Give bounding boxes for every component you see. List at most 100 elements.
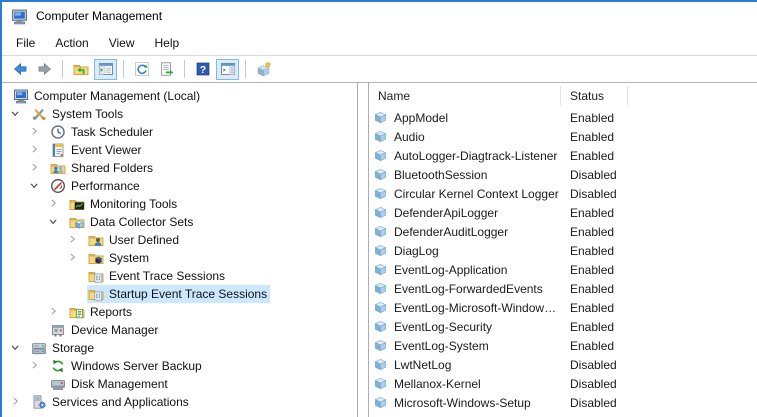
tree-item-surface[interactable]: Data Collector Sets (68, 213, 196, 231)
chevron-expanded-icon[interactable] (7, 107, 30, 121)
tree-item-event-trace-sessions[interactable]: Event Trace Sessions (2, 267, 357, 285)
export-list-button[interactable] (155, 59, 178, 80)
chevron-collapsed-icon[interactable] (26, 143, 49, 157)
list-row-lwtnetlog[interactable]: LwtNetLogDisabled (369, 355, 757, 374)
tree-item-surface[interactable]: Computer Management (Local) (12, 87, 203, 105)
chevron-collapsed-icon[interactable] (64, 251, 87, 265)
trace-session-cube-icon (373, 376, 388, 391)
tree-item-surface[interactable]: Windows Server Backup (49, 357, 205, 375)
tree-item-surface[interactable]: Services and Applications (30, 393, 192, 411)
tree-item-surface[interactable]: System (87, 249, 152, 267)
results-pane: Name Status AppModelEnabledAudioEnabledA… (368, 83, 757, 417)
show-action-pane-button[interactable] (216, 59, 239, 80)
tree-item-services-and-applications[interactable]: Services and Applications (2, 393, 357, 411)
up-one-level-icon (73, 61, 89, 77)
tree-item-surface[interactable]: System Tools (30, 105, 126, 123)
back-button[interactable] (8, 59, 31, 80)
column-header-status[interactable]: Status (561, 89, 604, 103)
menu-item-help[interactable]: Help (145, 33, 190, 53)
tree-item-task-scheduler[interactable]: Task Scheduler (2, 123, 357, 141)
refresh-button[interactable] (130, 59, 153, 80)
tree-item-surface[interactable]: Reports (68, 303, 135, 321)
session-name: Mellanox-Kernel (394, 377, 481, 391)
list-row-eventlog-forwardedevents[interactable]: EventLog-ForwardedEventsEnabled (369, 279, 757, 298)
list-row-eventlog-system[interactable]: EventLog-SystemEnabled (369, 336, 757, 355)
list-row-defenderauditlogger[interactable]: DefenderAuditLoggerEnabled (369, 222, 757, 241)
tree-item-label: Windows Server Backup (71, 359, 202, 373)
tree-item-monitoring-tools[interactable]: Monitoring Tools (2, 195, 357, 213)
list-row-microsoft-windows-setup[interactable]: Microsoft-Windows-SetupDisabled (369, 393, 757, 412)
chevron-collapsed-icon[interactable] (64, 233, 87, 247)
column-divider[interactable] (627, 86, 628, 105)
tree-item-surface[interactable]: Storage (30, 339, 97, 357)
tree-item-windows-server-backup[interactable]: Windows Server Backup (2, 357, 357, 375)
performance-icon (50, 178, 66, 194)
list-row-circular-kernel-context-logger[interactable]: Circular Kernel Context LoggerDisabled (369, 184, 757, 203)
tree-item-user-defined[interactable]: User Defined (2, 231, 357, 249)
tree-item-surface[interactable]: User Defined (87, 231, 182, 249)
chevron-expanded-icon[interactable] (7, 341, 30, 355)
tree-item-surface[interactable]: Device Manager (49, 321, 161, 339)
chevron-collapsed-icon[interactable] (45, 305, 68, 319)
tree-item-storage[interactable]: Storage (2, 339, 357, 357)
tree-item-surface[interactable]: Performance (49, 177, 143, 195)
tree-item-surface[interactable]: Monitoring Tools (68, 195, 180, 213)
list-row-eventlog-security[interactable]: EventLog-SecurityEnabled (369, 317, 757, 336)
chevron-expanded-icon[interactable] (26, 179, 49, 193)
tree-item-surface[interactable]: Event Trace Sessions (87, 267, 228, 285)
list-row-appmodel[interactable]: AppModelEnabled (369, 108, 757, 127)
trace-session-cube-icon (373, 319, 388, 334)
up-one-level-button[interactable] (69, 59, 92, 80)
user-defined-icon (88, 232, 104, 248)
tree-item-surface[interactable]: Event Viewer (49, 141, 144, 159)
column-header-name[interactable]: Name (369, 89, 561, 103)
list-row-mellanox-kernel[interactable]: Mellanox-KernelDisabled (369, 374, 757, 393)
list-row-eventlog-microsoft-windows[interactable]: EventLog-Microsoft-Windows-...Enabled (369, 298, 757, 317)
data-collector-sets-icon (69, 214, 85, 230)
forward-button[interactable] (33, 59, 56, 80)
tree-item-surface[interactable]: Disk Management (49, 375, 171, 393)
list-row-defenderapilogger[interactable]: DefenderApiLoggerEnabled (369, 203, 757, 222)
tree-item-startup-event-trace-sessions[interactable]: Startup Event Trace Sessions (2, 285, 357, 303)
chevron-collapsed-icon[interactable] (26, 359, 49, 373)
session-status: Disabled (561, 168, 617, 182)
list-row-audio[interactable]: AudioEnabled (369, 127, 757, 146)
session-name: Microsoft-Windows-Setup (394, 396, 531, 410)
tree-item-device-manager[interactable]: Device Manager (2, 321, 357, 339)
selected-tree-item-surface[interactable]: Startup Event Trace Sessions (87, 285, 270, 303)
menu-item-action[interactable]: Action (45, 33, 98, 53)
list-row-bluetoothsession[interactable]: BluetoothSessionDisabled (369, 165, 757, 184)
tree-item-system-tools[interactable]: System Tools (2, 105, 357, 123)
show-console-tree-button[interactable] (94, 59, 117, 80)
console-tree-pane: Computer Management (Local)System ToolsT… (2, 83, 358, 417)
tree-item-system[interactable]: System (2, 249, 357, 267)
title-bar[interactable]: Computer Management (2, 2, 757, 30)
menu-item-file[interactable]: File (6, 33, 45, 53)
menu-item-view[interactable]: View (99, 33, 145, 53)
list-row-autologger-diagtrack-listener[interactable]: AutoLogger-Diagtrack-ListenerEnabled (369, 146, 757, 165)
list-row-eventlog-application[interactable]: EventLog-ApplicationEnabled (369, 260, 757, 279)
column-divider[interactable] (560, 86, 561, 105)
chevron-collapsed-icon[interactable] (45, 197, 68, 211)
chevron-collapsed-icon[interactable] (7, 395, 30, 409)
refresh-icon (134, 61, 150, 77)
tree-item-event-viewer[interactable]: Event Viewer (2, 141, 357, 159)
pane-splitter[interactable] (358, 83, 368, 417)
list-row-diaglog[interactable]: DiagLogEnabled (369, 241, 757, 260)
tree-item-reports[interactable]: Reports (2, 303, 357, 321)
tree-item-surface[interactable]: Shared Folders (49, 159, 156, 177)
tree-item-computer-management-local[interactable]: Computer Management (Local) (2, 87, 357, 105)
tree-item-disk-management[interactable]: Disk Management (2, 375, 357, 393)
tree-item-data-collector-sets[interactable]: Data Collector Sets (2, 213, 357, 231)
tree-item-performance[interactable]: Performance (2, 177, 357, 195)
chevron-expanded-icon[interactable] (45, 215, 68, 229)
tree-item-shared-folders[interactable]: Shared Folders (2, 159, 357, 177)
chevron-collapsed-icon[interactable] (26, 161, 49, 175)
new-data-collector-set-button[interactable] (252, 59, 275, 80)
tree-item-surface[interactable]: Task Scheduler (49, 123, 156, 141)
trace-session-cube-icon (373, 224, 388, 239)
chevron-collapsed-icon[interactable] (26, 125, 49, 139)
help-button[interactable]: ? (191, 59, 214, 80)
session-status: Enabled (561, 225, 614, 239)
event-viewer-icon (50, 142, 66, 158)
